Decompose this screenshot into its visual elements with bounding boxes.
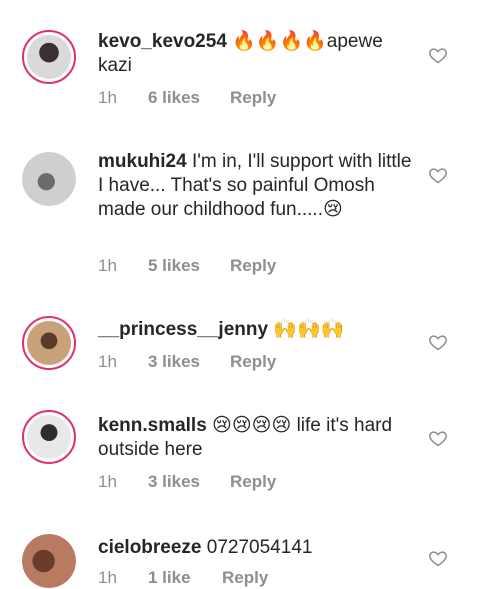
comment-text: kevo_kevo254 🔥🔥🔥🔥apewe kazi: [98, 30, 418, 78]
comment-time: 1h: [98, 472, 117, 491]
avatar[interactable]: [22, 534, 76, 588]
comment-text: mukuhi24 I'm in, I'll support with littl…: [98, 150, 418, 222]
comment-meta: 1h 3 likes Reply: [98, 352, 276, 372]
reply-button[interactable]: Reply: [230, 352, 276, 372]
comment-username[interactable]: __princess__jenny: [98, 319, 268, 340]
comment-meta: 1h 1 like Reply: [98, 568, 268, 588]
comment-text: cielobreeze 0727054141: [98, 536, 418, 560]
avatar[interactable]: [22, 410, 76, 464]
comment-text: __princess__jenny 🙌🙌🙌: [98, 318, 418, 342]
like-heart-icon[interactable]: [428, 428, 448, 448]
comment-meta: 1h 6 likes Reply: [98, 88, 276, 108]
comment-username[interactable]: cielobreeze: [98, 537, 202, 558]
like-heart-icon[interactable]: [428, 165, 448, 185]
comment-meta: 1h 5 likes Reply: [98, 256, 276, 276]
comment-likes[interactable]: 3 likes: [148, 352, 230, 372]
comment-username[interactable]: kevo_kevo254: [98, 31, 227, 52]
comment-time: 1h: [98, 352, 117, 371]
comment-likes[interactable]: 6 likes: [148, 88, 230, 108]
comment-time: 1h: [98, 256, 117, 275]
avatar[interactable]: [22, 316, 76, 370]
comment-username[interactable]: mukuhi24: [98, 151, 187, 172]
reply-button[interactable]: Reply: [230, 256, 276, 276]
comment-time: 1h: [98, 568, 117, 587]
avatar-image: [27, 35, 71, 79]
avatar-image: [22, 534, 76, 588]
comment-time: 1h: [98, 88, 117, 107]
avatar-image: [22, 152, 76, 206]
like-heart-icon[interactable]: [428, 332, 448, 352]
avatar[interactable]: [22, 152, 76, 206]
reply-button[interactable]: Reply: [230, 472, 276, 492]
comment-likes[interactable]: 1 like: [148, 568, 222, 588]
comment-content: 🙌🙌🙌: [268, 319, 345, 340]
comment-content: 0727054141: [201, 537, 313, 558]
reply-button[interactable]: Reply: [230, 88, 276, 108]
avatar[interactable]: [22, 30, 76, 84]
like-heart-icon[interactable]: [428, 548, 448, 568]
reply-button[interactable]: Reply: [222, 568, 268, 588]
avatar-image: [27, 415, 71, 459]
comment-text: kenn.smalls 😢😢😢😢 life it's hard outside …: [98, 414, 418, 462]
comment-likes[interactable]: 3 likes: [148, 472, 230, 492]
comment-meta: 1h 3 likes Reply: [98, 472, 276, 492]
avatar-image: [27, 321, 71, 365]
comment-username[interactable]: kenn.smalls: [98, 415, 207, 436]
comment-likes[interactable]: 5 likes: [148, 256, 230, 276]
like-heart-icon[interactable]: [428, 45, 448, 65]
